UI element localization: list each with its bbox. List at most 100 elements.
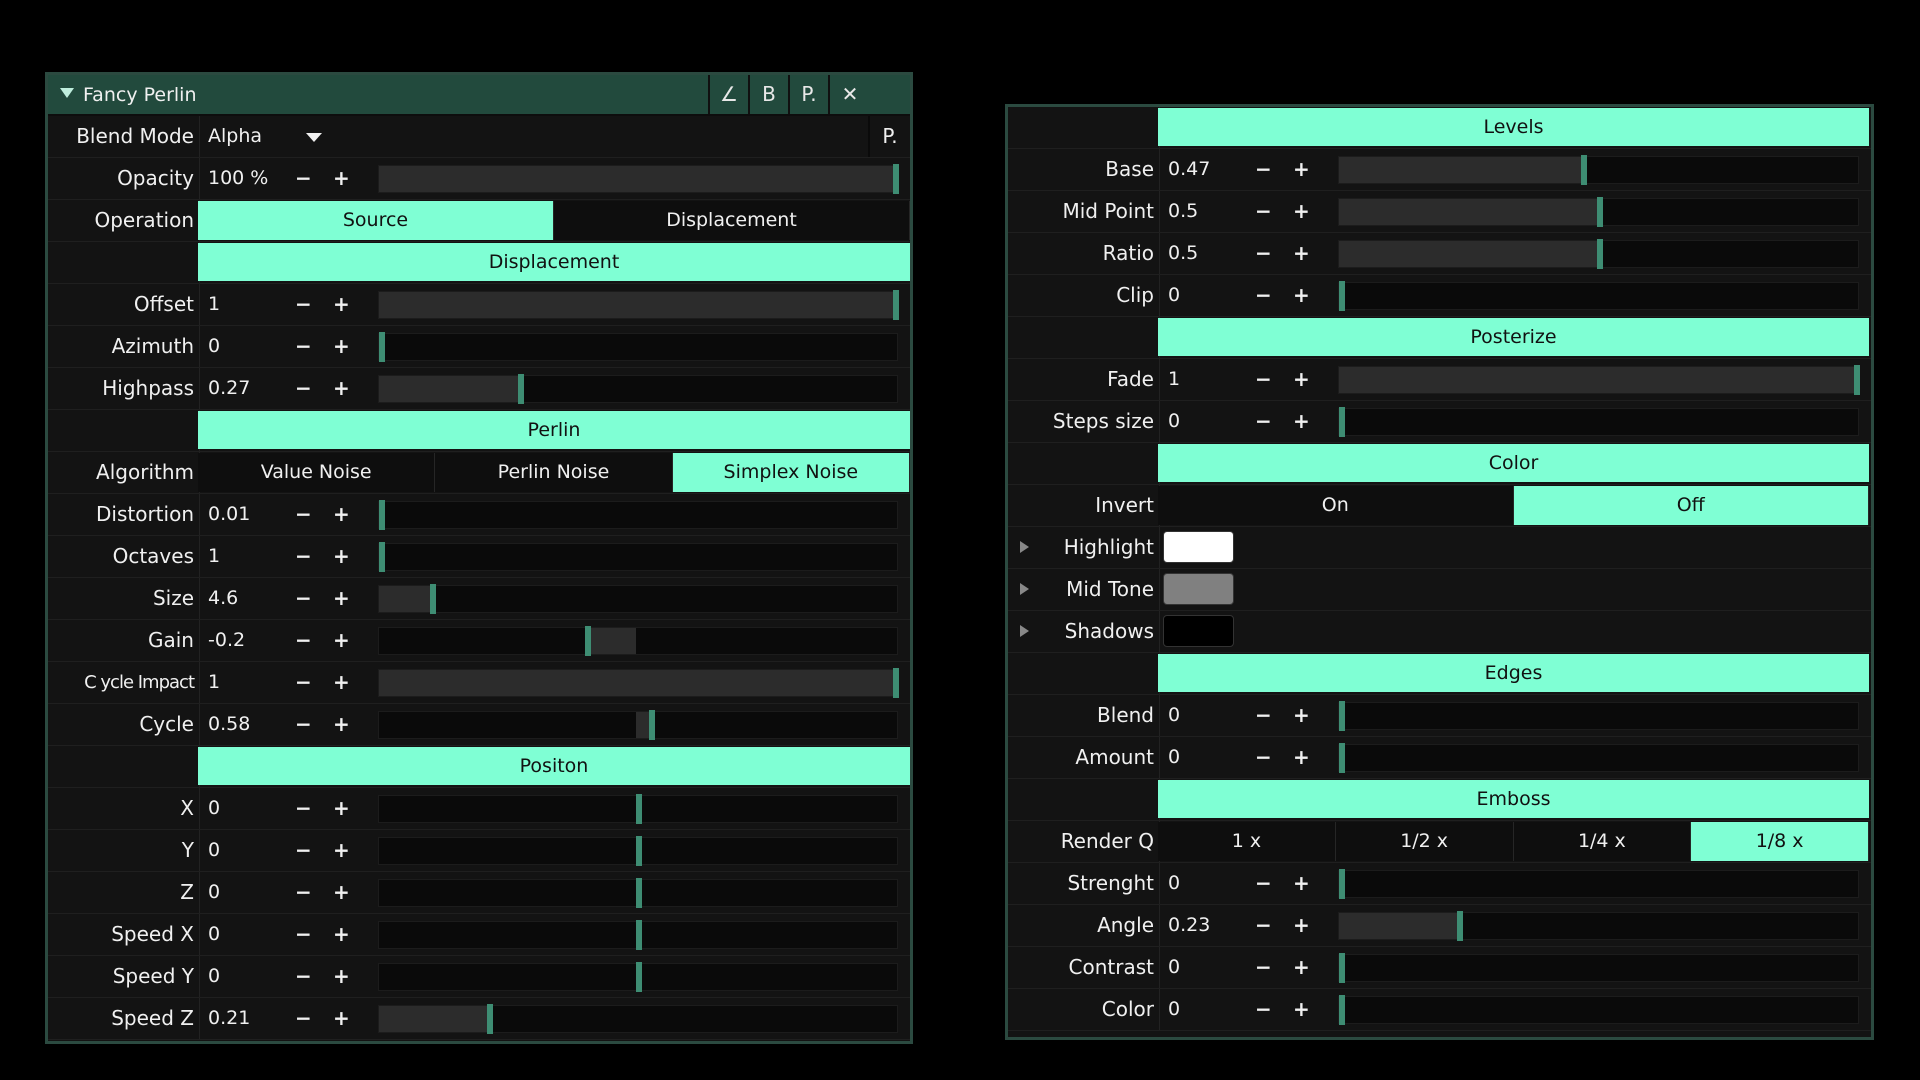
size-slider[interactable] — [378, 584, 898, 614]
steps-size-slider[interactable] — [1338, 407, 1859, 437]
speed-y-increment-button[interactable]: + — [333, 956, 350, 997]
angle-increment-button[interactable]: + — [1293, 905, 1310, 946]
gain-value[interactable]: -0.2 — [208, 620, 245, 661]
algorithm-option-0[interactable]: Value Noise — [198, 453, 436, 492]
slider-handle[interactable] — [636, 836, 642, 866]
strenght-slider[interactable] — [1338, 869, 1859, 899]
opacity-slider[interactable] — [378, 164, 899, 194]
fade-value[interactable]: 1 — [1168, 359, 1180, 400]
highlight-color-swatch[interactable] — [1163, 531, 1234, 563]
slider-handle[interactable] — [1854, 365, 1860, 395]
azimuth-increment-button[interactable]: + — [333, 326, 350, 367]
z-value[interactable]: 0 — [208, 872, 220, 913]
speed-x-decrement-button[interactable]: − — [295, 914, 312, 955]
color-value[interactable]: 0 — [1168, 989, 1180, 1030]
angle-value[interactable]: 0.23 — [1168, 905, 1210, 946]
size-decrement-button[interactable]: − — [295, 578, 312, 619]
y-decrement-button[interactable]: − — [295, 830, 312, 871]
contrast-increment-button[interactable]: + — [1293, 947, 1310, 988]
ratio-slider[interactable] — [1338, 239, 1859, 269]
gain-decrement-button[interactable]: − — [295, 620, 312, 661]
distortion-slider[interactable] — [378, 500, 898, 530]
azimuth-slider[interactable] — [378, 332, 898, 362]
opacity-value[interactable]: 100 % — [208, 158, 268, 199]
slider-handle[interactable] — [1339, 953, 1345, 983]
steps-size-increment-button[interactable]: + — [1293, 401, 1310, 442]
fade-decrement-button[interactable]: − — [1255, 359, 1272, 400]
slider-handle[interactable] — [1339, 701, 1345, 731]
distortion-decrement-button[interactable]: − — [295, 494, 312, 535]
opacity-increment-button[interactable]: + — [333, 158, 350, 199]
azimuth-decrement-button[interactable]: − — [295, 326, 312, 367]
mid-point-increment-button[interactable]: + — [1293, 191, 1310, 232]
mid-tone-color-swatch[interactable] — [1163, 573, 1234, 605]
operation-option-1[interactable]: Displacement — [554, 201, 910, 240]
slider-handle[interactable] — [1596, 197, 1603, 227]
slider-handle[interactable] — [893, 164, 899, 194]
steps-size-decrement-button[interactable]: − — [1255, 401, 1272, 442]
size-increment-button[interactable]: + — [333, 578, 350, 619]
speed-z-value[interactable]: 0.21 — [208, 998, 250, 1039]
slider-handle[interactable] — [517, 374, 524, 404]
algorithm-option-2[interactable]: Simplex Noise — [672, 453, 910, 492]
highpass-value[interactable]: 0.27 — [208, 368, 250, 409]
z-decrement-button[interactable]: − — [295, 872, 312, 913]
ratio-decrement-button[interactable]: − — [1255, 233, 1272, 274]
slider-handle[interactable] — [893, 668, 899, 698]
p-icon[interactable]: P. — [868, 116, 910, 157]
blend-mode-select[interactable]: Alpha — [208, 116, 262, 157]
contrast-value[interactable]: 0 — [1168, 947, 1180, 988]
ratio-increment-button[interactable]: + — [1293, 233, 1310, 274]
shadows-color-swatch[interactable] — [1163, 615, 1234, 647]
offset-increment-button[interactable]: + — [333, 284, 350, 325]
octaves-decrement-button[interactable]: − — [295, 536, 312, 577]
octaves-increment-button[interactable]: + — [333, 536, 350, 577]
highpass-decrement-button[interactable]: − — [295, 368, 312, 409]
mid-point-value[interactable]: 0.5 — [1168, 191, 1198, 232]
gain-increment-button[interactable]: + — [333, 620, 350, 661]
amount-slider[interactable] — [1338, 743, 1859, 773]
cycle-slider[interactable] — [378, 710, 898, 740]
color-slider[interactable] — [1338, 995, 1859, 1025]
y-increment-button[interactable]: + — [333, 830, 350, 871]
slider-handle[interactable] — [648, 710, 655, 740]
fade-increment-button[interactable]: + — [1293, 359, 1310, 400]
slider-handle[interactable] — [1457, 911, 1464, 941]
collapse-arrow-icon[interactable] — [60, 88, 74, 98]
speed-y-slider[interactable] — [378, 962, 898, 992]
render-q-option-1[interactable]: 1/2 x — [1335, 822, 1514, 861]
close-icon[interactable]: ✕ — [828, 75, 870, 114]
speed-z-slider[interactable] — [378, 1004, 898, 1034]
offset-value[interactable]: 1 — [208, 284, 220, 325]
base-slider[interactable] — [1338, 155, 1859, 185]
amount-decrement-button[interactable]: − — [1255, 737, 1272, 778]
cycle-impact-value[interactable]: 1 — [208, 662, 220, 703]
speed-y-value[interactable]: 0 — [208, 956, 220, 997]
cycle-impact-increment-button[interactable]: + — [333, 662, 350, 703]
highpass-slider[interactable] — [378, 374, 898, 404]
cycle-impact-slider[interactable] — [378, 668, 899, 698]
cycle-value[interactable]: 0.58 — [208, 704, 250, 745]
slider-handle[interactable] — [636, 920, 642, 950]
operation-option-0[interactable]: Source — [198, 201, 554, 240]
render-q-option-3[interactable]: 1/8 x — [1691, 822, 1869, 861]
blend-increment-button[interactable]: + — [1293, 695, 1310, 736]
slider-handle[interactable] — [379, 542, 385, 572]
slider-handle[interactable] — [893, 290, 899, 320]
panel-titlebar[interactable]: Fancy Perlin ∠ B P. ✕ — [48, 75, 910, 116]
blend-decrement-button[interactable]: − — [1255, 695, 1272, 736]
mid-point-slider[interactable] — [1338, 197, 1859, 227]
x-slider[interactable] — [378, 794, 898, 824]
base-increment-button[interactable]: + — [1293, 149, 1310, 190]
invert-option-0[interactable]: On — [1158, 486, 1514, 525]
angle-icon[interactable]: ∠ — [708, 75, 748, 114]
azimuth-value[interactable]: 0 — [208, 326, 220, 367]
slider-handle[interactable] — [636, 794, 642, 824]
slider-handle[interactable] — [486, 1004, 493, 1034]
octaves-slider[interactable] — [378, 542, 898, 572]
color-increment-button[interactable]: + — [1293, 989, 1310, 1030]
clip-decrement-button[interactable]: − — [1255, 275, 1272, 316]
offset-decrement-button[interactable]: − — [295, 284, 312, 325]
slider-handle[interactable] — [1339, 407, 1345, 437]
z-increment-button[interactable]: + — [333, 872, 350, 913]
